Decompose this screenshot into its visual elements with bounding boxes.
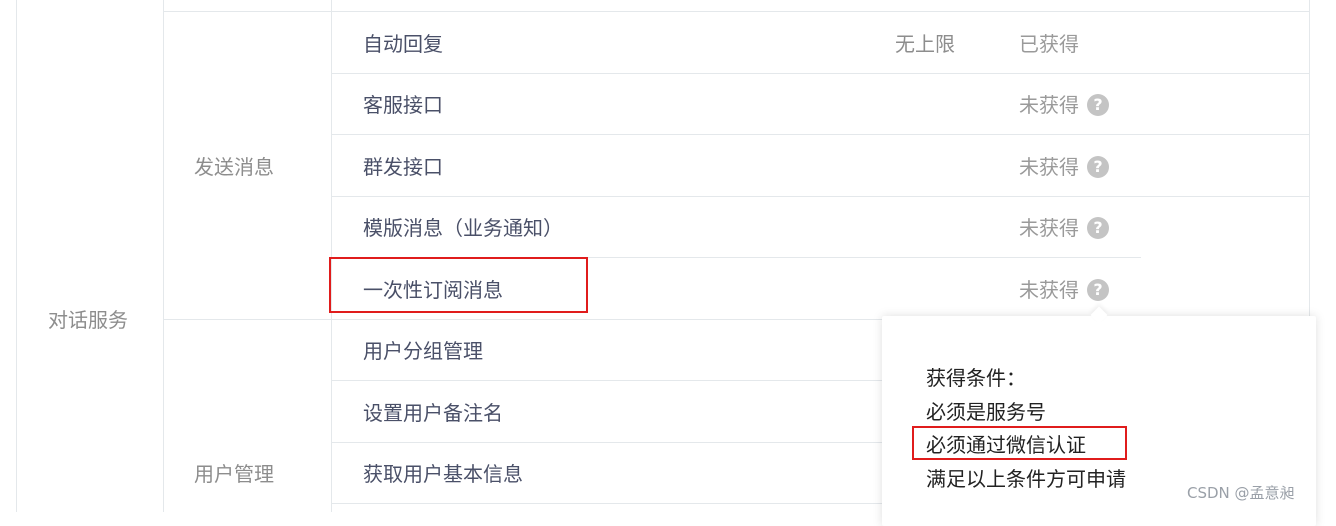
permission-status: 未获得 <box>1019 93 1079 117</box>
category-column-divider <box>331 0 332 512</box>
help-icon[interactable]: ? <box>1087 279 1109 301</box>
row-divider <box>331 134 1310 135</box>
tooltip-title: 获得条件： <box>926 366 1026 390</box>
permission-name: 用户分组管理 <box>363 339 483 363</box>
group-label: 对话服务 <box>48 308 128 332</box>
table-border-right <box>1309 0 1310 316</box>
row-divider <box>331 503 882 504</box>
category-label-send-messages: 发送消息 <box>194 155 274 179</box>
permission-status: 未获得 <box>1019 278 1079 302</box>
tooltip-line: 满足以上条件方可申请 <box>926 467 1126 491</box>
row-divider <box>331 380 882 381</box>
permission-name: 客服接口 <box>363 93 443 117</box>
csdn-watermark: CSDN @孟意昶 <box>1187 484 1295 502</box>
permission-status: 未获得 <box>1019 155 1079 179</box>
permission-status: 已获得 <box>1019 32 1079 56</box>
help-icon[interactable]: ? <box>1087 217 1109 239</box>
category-label-user-management: 用户管理 <box>194 462 274 486</box>
category-divider <box>163 319 882 320</box>
tooltip-arrow <box>1090 306 1108 324</box>
permission-name: 群发接口 <box>363 155 443 179</box>
group-column-divider <box>163 0 164 512</box>
help-icon[interactable]: ? <box>1087 94 1109 116</box>
help-icon[interactable]: ? <box>1087 156 1109 178</box>
row-divider <box>331 442 882 443</box>
highlight-box-certification <box>912 426 1127 460</box>
permission-name: 模版消息（业务通知） <box>363 216 563 240</box>
row-divider <box>163 11 1310 12</box>
permission-status: 未获得 <box>1019 216 1079 240</box>
permission-name: 自动回复 <box>363 32 443 56</box>
highlight-box-subscription-message <box>329 257 588 313</box>
tooltip-line: 必须是服务号 <box>926 400 1046 424</box>
row-divider <box>331 196 1310 197</box>
permission-name: 获取用户基本信息 <box>363 462 523 486</box>
row-divider <box>331 73 1310 74</box>
permission-limit: 无上限 <box>895 32 955 56</box>
table-border-left <box>16 0 17 512</box>
permission-name: 设置用户备注名 <box>363 401 503 425</box>
